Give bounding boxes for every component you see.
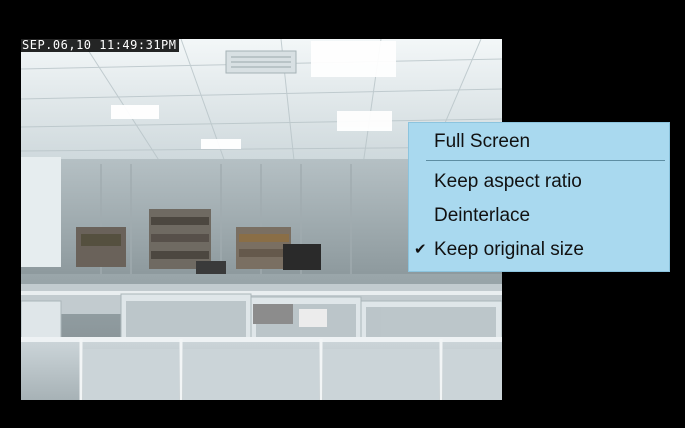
menu-item-keep-original-size[interactable]: ✔ Keep original size [409,233,669,267]
menu-separator [426,160,665,161]
menu-item-deinterlace[interactable]: Deinterlace [409,199,669,233]
checkmark-icon: ✔ [414,241,427,258]
video-viewer: SEP.06,10 11:49:31PM Full Screen Keep as… [0,0,685,428]
timestamp-overlay: SEP.06,10 11:49:31PM [20,38,179,52]
menu-item-keep-aspect-ratio[interactable]: Keep aspect ratio [409,165,669,199]
context-menu: Full Screen Keep aspect ratio Deinterlac… [408,122,670,272]
menu-item-full-screen[interactable]: Full Screen [409,125,669,159]
menu-item-label: Keep original size [434,239,584,260]
menu-item-label: Deinterlace [434,205,531,226]
menu-item-label: Keep aspect ratio [434,171,582,192]
menu-item-label: Full Screen [434,131,531,152]
